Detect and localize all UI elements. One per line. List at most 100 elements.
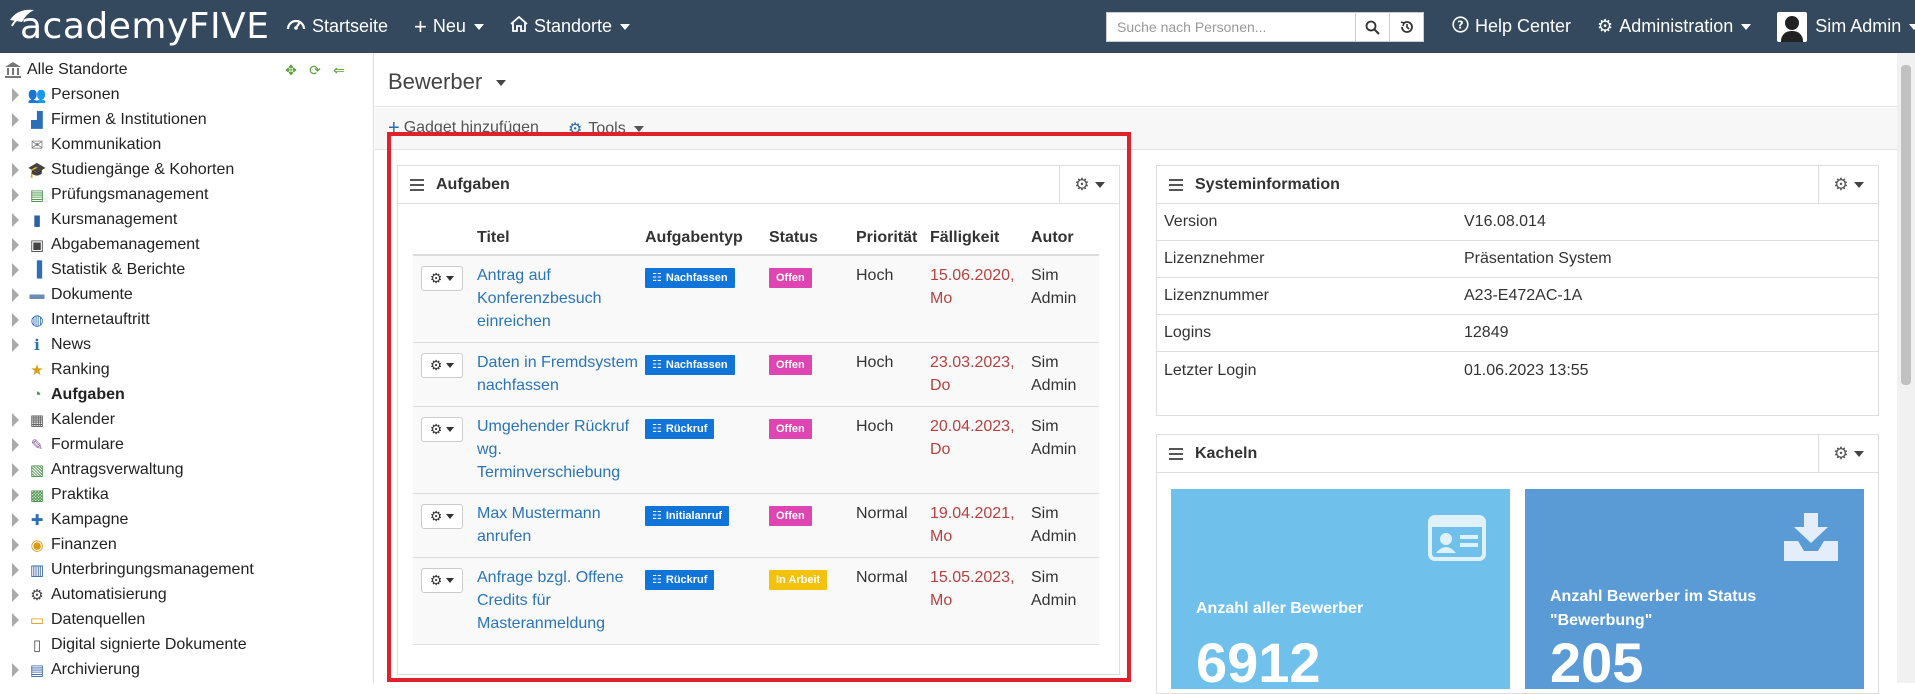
expand-arrow-icon[interactable] <box>12 287 19 302</box>
sidebar-item-datenquellen[interactable]: ▭ Datenquellen <box>12 607 254 632</box>
coins-icon: ◉ <box>30 536 44 554</box>
sidebar-item-praktika[interactable]: ▩ Praktika <box>12 482 254 507</box>
expand-arrow-icon[interactable] <box>12 212 19 227</box>
task-title-link[interactable]: Umgehender Rückruf wg. Terminverschiebun… <box>477 418 629 481</box>
page-scrollbar[interactable] <box>1897 53 1915 683</box>
expand-arrow-icon[interactable] <box>12 337 19 352</box>
sidebar-item-formulare[interactable]: ✎ Formulare <box>12 432 254 457</box>
col-status[interactable]: Status <box>767 229 854 247</box>
col-type[interactable]: Aufgabentyp <box>643 229 767 247</box>
expand-arrow-icon[interactable] <box>12 137 19 152</box>
sysinfo-panel-settings[interactable]: ⚙ <box>1818 166 1878 204</box>
sidebar-item-kursmanagement[interactable]: ▮ Kursmanagement <box>12 207 254 232</box>
nav-home[interactable]: Startseite <box>286 16 388 37</box>
nav-new[interactable]: + Neu <box>414 15 484 37</box>
drag-handle-icon[interactable] <box>1169 447 1183 460</box>
page-title-dropdown[interactable]: Bewerber <box>388 69 507 95</box>
expand-arrow-icon[interactable] <box>12 437 19 452</box>
col-title[interactable]: Titel <box>475 229 643 247</box>
tile-applicants-status[interactable]: Anzahl Bewerber im Status "Bewerbung" 20… <box>1525 489 1864 691</box>
tiles-panel-settings[interactable]: ⚙ <box>1818 435 1878 473</box>
row-actions-dropdown[interactable]: ⚙ <box>421 568 463 593</box>
expand-arrow-icon[interactable] <box>12 162 19 177</box>
task-type-cell: ☷ Nachfassen <box>643 256 767 342</box>
sidebar-item-archivierung[interactable]: ▤ Archivierung <box>12 657 254 682</box>
task-type-label: Nachfassen <box>665 272 728 284</box>
nav-user-menu[interactable]: Sim Admin <box>1777 11 1915 42</box>
brand-name: academyFIVE <box>20 6 270 47</box>
sidebar-item-studiengänge-kohorten[interactable]: 🎓 Studiengänge & Kohorten <box>12 157 254 182</box>
col-due[interactable]: Fälligkeit <box>928 229 1029 247</box>
expand-arrow-icon[interactable] <box>12 87 19 102</box>
nav-locations[interactable]: Standorte <box>510 15 630 37</box>
task-author: Sim Admin <box>1031 569 1077 609</box>
expand-arrow-icon[interactable] <box>12 412 19 427</box>
expand-arrow-icon[interactable] <box>12 262 19 277</box>
sidebar-item-personen[interactable]: 👥 Personen <box>12 82 254 107</box>
sidebar-item-prüfungsmanagement[interactable]: ▤ Prüfungsmanagement <box>12 182 254 207</box>
sysinfo-table: Version V16.08.014 Lizenznehmer Präsentatio… <box>1157 204 1878 389</box>
col-author[interactable]: Autor <box>1029 229 1099 247</box>
tree-root-all-locations[interactable]: Alle Standorte <box>4 61 128 79</box>
task-status-cell: In Arbeit <box>767 558 854 644</box>
expand-arrow-icon[interactable] <box>12 312 19 327</box>
sidebar-tree: Alle Standorte ✥ ⟳ ⇐ 👥 Personen ▟ Firmen & … <box>0 53 374 683</box>
scrollbar-thumb[interactable] <box>1901 65 1911 385</box>
expand-arrow-icon[interactable] <box>12 462 19 477</box>
search-input[interactable] <box>1106 12 1356 42</box>
sidebar-item-kalender[interactable]: ▦ Kalender <box>12 407 254 432</box>
expand-arrow-icon[interactable] <box>12 587 19 602</box>
search-history-button[interactable] <box>1390 12 1424 42</box>
sysinfo-row: Version V16.08.014 <box>1157 204 1878 241</box>
col-priority[interactable]: Priorität <box>854 229 928 247</box>
expand-arrow-icon[interactable] <box>12 662 19 677</box>
sidebar-item-kampagne[interactable]: ✚ Kampagne <box>12 507 254 532</box>
globe-icon: ◍ <box>30 311 44 329</box>
sidebar-item-abgabemanagement[interactable]: ▣ Abgabemanagement <box>12 232 254 257</box>
sidebar-item-ranking[interactable]: ★ Ranking <box>12 357 254 382</box>
nav-help-center[interactable]: ? Help Center <box>1452 15 1571 38</box>
task-title-link[interactable]: Antrag auf Konferenzbesuch einreichen <box>477 267 602 330</box>
search-button[interactable] <box>1356 12 1390 42</box>
sidebar-item-unterbringungsmanagement[interactable]: ▥ Unterbringungsmanagement <box>12 557 254 582</box>
sidebar-item-label: Kampagne <box>51 510 129 528</box>
sidebar-item-statistik-berichte[interactable]: ▐ Statistik & Berichte <box>12 257 254 282</box>
expand-arrow-icon[interactable] <box>12 112 19 127</box>
task-due-date: 15.05.2023, Mo <box>930 569 1015 609</box>
sidebar-item-internetauftritt[interactable]: ◍ Internetauftritt <box>12 307 254 332</box>
status-badge: Offen <box>769 419 812 439</box>
expand-arrow-icon[interactable] <box>12 562 19 577</box>
search-icon <box>1365 20 1380 35</box>
expand-arrow-icon[interactable] <box>12 237 19 252</box>
refresh-icon[interactable]: ⟳ <box>306 63 324 77</box>
expand-arrow-icon[interactable] <box>12 537 19 552</box>
row-actions-dropdown[interactable]: ⚙ <box>421 266 463 291</box>
row-actions-dropdown[interactable]: ⚙ <box>421 417 463 442</box>
sidebar-item-news[interactable]: ℹ News <box>12 332 254 357</box>
task-title-link[interactable]: Daten in Fremdsystem nachfassen <box>477 354 638 394</box>
sidebar-item-antragsverwaltung[interactable]: ▧ Antragsverwaltung <box>12 457 254 482</box>
sidebar-item-dokumente[interactable]: ▬ Dokumente <box>12 282 254 307</box>
row-actions-dropdown[interactable]: ⚙ <box>421 353 463 378</box>
expand-all-icon[interactable]: ✥ <box>282 63 300 77</box>
expand-arrow-icon[interactable] <box>12 512 19 527</box>
tile-all-applicants[interactable]: Anzahl aller Bewerber 6912 <box>1171 489 1510 691</box>
expand-arrow-icon[interactable] <box>12 612 19 627</box>
brand-logo[interactable]: academyFIVE <box>6 0 286 53</box>
row-actions-dropdown[interactable]: ⚙ <box>421 504 463 529</box>
sidebar-item-automatisierung[interactable]: ⚙ Automatisierung <box>12 582 254 607</box>
row-actions-cell: ⚙ <box>413 407 475 493</box>
nav-administration[interactable]: ⚙ Administration <box>1597 16 1752 37</box>
collapse-sidebar-icon[interactable]: ⇐ <box>330 63 348 77</box>
sidebar-item-firmen-institutionen[interactable]: ▟ Firmen & Institutionen <box>12 107 254 132</box>
sidebar-item-finanzen[interactable]: ◉ Finanzen <box>12 532 254 557</box>
task-title-link[interactable]: Max Mustermann anrufen <box>477 505 601 545</box>
drag-handle-icon[interactable] <box>1169 178 1183 191</box>
task-title-link[interactable]: Anfrage bzgl. Offene Credits für Mastera… <box>477 569 623 632</box>
expand-arrow-icon[interactable] <box>12 187 19 202</box>
chevron-down-icon <box>446 578 455 583</box>
sidebar-item-kommunikation[interactable]: ✉ Kommunikation <box>12 132 254 157</box>
sidebar-item-digital-signierte-dokumente[interactable]: ▯ Digital signierte Dokumente <box>12 632 254 657</box>
expand-arrow-icon[interactable] <box>12 487 19 502</box>
sidebar-item-aufgaben[interactable]: ◔ Aufgaben <box>12 382 254 407</box>
